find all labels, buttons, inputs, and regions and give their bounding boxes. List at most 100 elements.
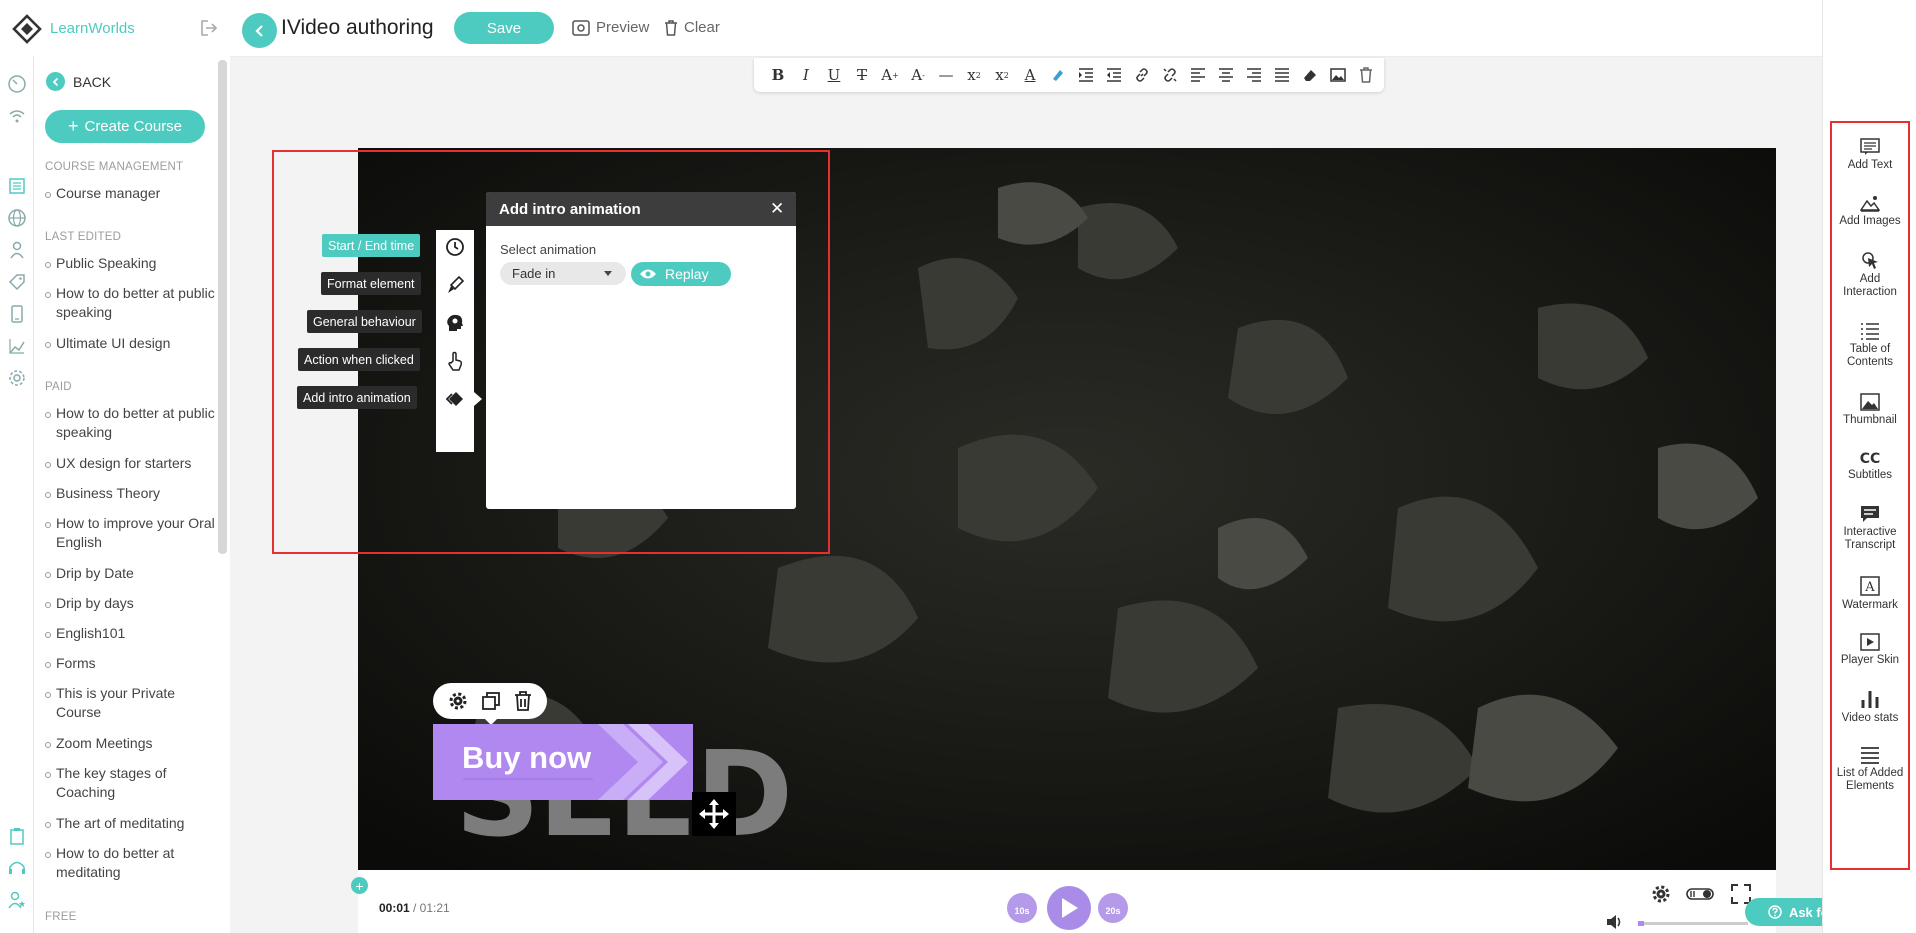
icon-rail xyxy=(0,56,34,933)
list-of-added-elements-button[interactable]: List of Added Elements xyxy=(1832,746,1908,793)
play-button[interactable] xyxy=(1047,886,1091,930)
back-link[interactable]: BACK xyxy=(46,72,111,91)
tag-icon[interactable] xyxy=(7,272,27,292)
video-stats-button[interactable]: Video stats xyxy=(1832,689,1908,725)
font-size-down-button[interactable]: A- xyxy=(904,61,932,89)
total-time: / 01:21 xyxy=(413,901,450,915)
unlink-icon[interactable] xyxy=(1156,61,1184,89)
trash-icon[interactable] xyxy=(514,691,532,711)
sidebar-item[interactable]: How to do better at meditating xyxy=(45,844,215,882)
add-text-button[interactable]: Add Text xyxy=(1832,138,1908,172)
underline-button[interactable]: U xyxy=(820,61,848,89)
sidebar-item[interactable]: Zoom Meetings xyxy=(45,734,215,753)
delete-icon[interactable] xyxy=(1352,61,1380,89)
eraser-icon[interactable] xyxy=(1296,61,1324,89)
sidebar-item[interactable]: Drip by Date xyxy=(45,564,215,583)
current-time: 00:01 xyxy=(379,901,410,915)
user-star-icon[interactable] xyxy=(7,890,27,910)
sidebar-item[interactable]: Ultimate UI design xyxy=(45,334,215,353)
gear-icon[interactable] xyxy=(448,691,468,711)
align-left-icon[interactable] xyxy=(1184,61,1212,89)
help-icon xyxy=(1768,905,1782,919)
indent-icon[interactable] xyxy=(1072,61,1100,89)
mobile-icon[interactable] xyxy=(7,304,27,324)
player-skin-button[interactable]: Player Skin xyxy=(1832,633,1908,667)
users-icon[interactable] xyxy=(7,240,27,260)
horizontal-line-button[interactable]: — xyxy=(932,61,960,89)
move-handle-icon[interactable] xyxy=(692,792,736,836)
wifi-icon[interactable] xyxy=(7,106,27,126)
bold-button[interactable]: B xyxy=(764,61,792,89)
italic-button[interactable]: I xyxy=(792,61,820,89)
table-of-contents-button[interactable]: Table of Contents xyxy=(1832,322,1908,369)
sidebar-item[interactable]: UX design for starters xyxy=(45,454,215,473)
font-size-up-button[interactable]: A + xyxy=(876,61,904,89)
subtitles-button[interactable]: CC Subtitles xyxy=(1832,450,1908,482)
player-settings-icon[interactable] xyxy=(1651,884,1671,904)
subtitles-label: Subtitles xyxy=(1847,469,1893,481)
preview-button[interactable]: Preview xyxy=(572,19,649,36)
sidebar-item[interactable]: How to do better at public speaking xyxy=(45,404,215,442)
player-skin-label: Player Skin xyxy=(1840,654,1900,666)
volume-icon[interactable] xyxy=(1606,914,1624,930)
courses-icon[interactable] xyxy=(7,176,27,196)
fullscreen-icon[interactable] xyxy=(1731,884,1751,904)
link-icon[interactable] xyxy=(1128,61,1156,89)
font-color-button[interactable]: A xyxy=(1016,61,1044,89)
thumbnail-button[interactable]: Thumbnail xyxy=(1832,393,1908,427)
sidebar-item[interactable]: Business Theory xyxy=(45,484,215,503)
justify-icon[interactable] xyxy=(1268,61,1296,89)
list-icon xyxy=(1861,323,1879,340)
sidebar-item[interactable]: English101 xyxy=(45,624,215,643)
superscript-button[interactable]: x2 xyxy=(988,61,1016,89)
analytics-icon[interactable] xyxy=(7,336,27,356)
play-icon xyxy=(1062,898,1078,918)
dashboard-icon[interactable] xyxy=(7,74,27,94)
image-icon[interactable] xyxy=(1324,61,1352,89)
sidebar-item[interactable]: Public Speaking xyxy=(45,254,215,273)
interactive-transcript-button[interactable]: Interactive Transcript xyxy=(1832,505,1908,552)
sidebar-scrollbar[interactable] xyxy=(218,60,227,554)
logout-icon[interactable] xyxy=(200,19,218,37)
clear-button[interactable]: Clear xyxy=(664,19,720,36)
align-right-icon[interactable] xyxy=(1240,61,1268,89)
add-interaction-button[interactable]: Add Interaction xyxy=(1832,250,1908,299)
globe-icon[interactable] xyxy=(7,208,27,228)
align-center-icon[interactable] xyxy=(1212,61,1240,89)
sidebar-item[interactable]: The key stages of Coaching xyxy=(45,764,215,802)
clear-label: Clear xyxy=(684,19,720,36)
create-course-button[interactable]: + Create Course xyxy=(45,110,205,143)
sidebar-item[interactable]: How to do better at public speaking xyxy=(45,284,215,322)
headset-icon[interactable] xyxy=(7,858,27,878)
add-chapter-button[interactable]: + xyxy=(351,877,368,894)
settings-icon[interactable] xyxy=(7,368,27,388)
sidebar-item[interactable]: Drip by days xyxy=(45,594,215,613)
learnworlds-logo-icon[interactable] xyxy=(12,14,42,44)
duplicate-icon[interactable] xyxy=(481,691,501,711)
add-images-button[interactable]: Add Images xyxy=(1832,194,1908,228)
text-icon xyxy=(1860,138,1880,155)
sidebar-item[interactable]: This is your Private Course xyxy=(45,684,215,722)
outdent-icon[interactable] xyxy=(1100,61,1128,89)
clipboard-icon[interactable] xyxy=(7,826,27,846)
page-title: IVideo authoring xyxy=(281,16,434,39)
back-label: BACK xyxy=(73,73,112,90)
subscript-button[interactable]: x2 xyxy=(960,61,988,89)
watermark-button[interactable]: A Watermark xyxy=(1832,576,1908,612)
highlight-frame xyxy=(272,150,830,554)
watermark-icon: A xyxy=(1860,576,1880,596)
preview-label: Preview xyxy=(596,19,650,36)
title-back-button[interactable] xyxy=(242,13,277,48)
highlight-icon[interactable] xyxy=(1044,61,1072,89)
sidebar-item[interactable]: How to improve your Oral English xyxy=(45,514,215,552)
sidebar-item[interactable]: The art of meditating xyxy=(45,814,215,833)
toggle-icon[interactable] xyxy=(1686,888,1714,900)
sidebar-item[interactable]: Forms xyxy=(45,654,215,673)
strikethrough-button[interactable]: T xyxy=(848,61,876,89)
section-last-edited: LAST EDITED xyxy=(45,231,122,243)
volume-slider[interactable] xyxy=(1638,922,1748,925)
rewind-button[interactable]: 10s xyxy=(1007,893,1037,923)
save-button[interactable]: Save xyxy=(454,12,554,44)
forward-button[interactable]: 20s xyxy=(1098,893,1128,923)
sidebar-item[interactable]: Course manager xyxy=(45,184,215,203)
